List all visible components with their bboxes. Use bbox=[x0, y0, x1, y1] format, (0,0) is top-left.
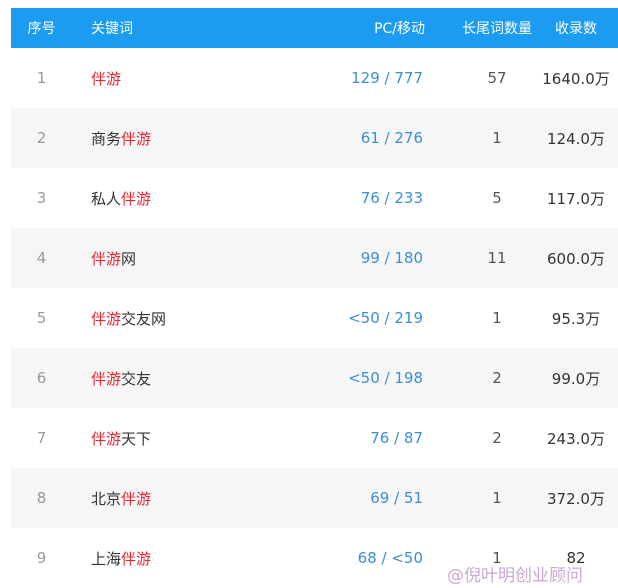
keyword-suffix: 交友网 bbox=[121, 309, 167, 328]
table-row: 4 伴游网 99 / 180 11 600.0万 bbox=[11, 228, 618, 288]
keyword-link[interactable]: 北京伴游 bbox=[72, 488, 292, 509]
keyword-link[interactable]: 上海伴游 bbox=[72, 548, 292, 569]
pc-mobile-value[interactable]: 76 / 87 bbox=[292, 429, 460, 447]
keyword-prefix: 商务 bbox=[91, 129, 122, 148]
longtail-count: 57 bbox=[487, 69, 507, 87]
header-pc-mobile: PC/移动 bbox=[374, 21, 425, 37]
keyword-table: 序号 关键词 PC/移动 长尾词数量 收录数 1 伴游 129 / 777 57… bbox=[11, 8, 618, 588]
table-row: 6 伴游交友 <50 / 198 2 99.0万 bbox=[11, 348, 618, 408]
keyword-highlight: 伴游 bbox=[121, 489, 152, 508]
header-indexed: 收录数 bbox=[555, 21, 597, 37]
pc-mobile-value[interactable]: 99 / 180 bbox=[292, 249, 460, 267]
keyword-suffix: 网 bbox=[121, 249, 137, 268]
keyword-link[interactable]: 伴游网 bbox=[72, 248, 292, 269]
longtail-count: 1 bbox=[492, 489, 502, 507]
keyword-link[interactable]: 私人伴游 bbox=[72, 188, 292, 209]
header-keyword: 关键词 bbox=[91, 21, 133, 37]
longtail-count: 1 bbox=[492, 309, 502, 327]
keyword-highlight: 伴游 bbox=[121, 549, 152, 568]
indexed-count: 243.0万 bbox=[547, 429, 605, 448]
keyword-prefix: 北京 bbox=[91, 489, 122, 508]
table-row: 2 商务伴游 61 / 276 1 124.0万 bbox=[11, 108, 618, 168]
longtail-count: 2 bbox=[492, 429, 502, 447]
keyword-suffix: 天下 bbox=[121, 429, 152, 448]
row-index: 4 bbox=[36, 249, 47, 267]
keyword-highlight: 伴游 bbox=[91, 309, 122, 328]
table-row: 8 北京伴游 69 / 51 1 372.0万 bbox=[11, 468, 618, 528]
row-index: 2 bbox=[36, 129, 47, 147]
row-index: 3 bbox=[36, 189, 47, 207]
indexed-count: 99.0万 bbox=[551, 369, 601, 388]
keyword-highlight: 伴游 bbox=[91, 69, 122, 88]
keyword-highlight: 伴游 bbox=[91, 369, 122, 388]
indexed-count: 117.0万 bbox=[547, 189, 605, 208]
header-longtail: 长尾词数量 bbox=[462, 21, 532, 37]
pc-mobile-value[interactable]: 76 / 233 bbox=[292, 189, 460, 207]
pc-mobile-value[interactable]: 61 / 276 bbox=[292, 129, 460, 147]
keyword-highlight: 伴游 bbox=[121, 129, 152, 148]
table-row: 7 伴游天下 76 / 87 2 243.0万 bbox=[11, 408, 618, 468]
row-index: 7 bbox=[36, 429, 47, 447]
row-index: 5 bbox=[36, 309, 47, 327]
longtail-count: 2 bbox=[492, 369, 502, 387]
longtail-count: 1 bbox=[492, 129, 502, 147]
indexed-count: 600.0万 bbox=[547, 249, 605, 268]
keyword-highlight: 伴游 bbox=[91, 429, 122, 448]
indexed-count: 1640.0万 bbox=[542, 69, 610, 88]
pc-mobile-value[interactable]: 68 / <50 bbox=[292, 549, 460, 567]
indexed-count: 124.0万 bbox=[547, 129, 605, 148]
pc-mobile-value[interactable]: 129 / 777 bbox=[292, 69, 460, 87]
longtail-count: 11 bbox=[487, 249, 507, 267]
keyword-prefix: 上海 bbox=[91, 549, 122, 568]
table-row: 5 伴游交友网 <50 / 219 1 95.3万 bbox=[11, 288, 618, 348]
indexed-count: 372.0万 bbox=[547, 489, 605, 508]
indexed-count: 95.3万 bbox=[551, 309, 601, 328]
row-index: 8 bbox=[36, 489, 47, 507]
pc-mobile-value[interactable]: <50 / 219 bbox=[292, 309, 460, 327]
keyword-highlight: 伴游 bbox=[121, 189, 152, 208]
row-index: 6 bbox=[36, 369, 47, 387]
longtail-count: 5 bbox=[492, 189, 502, 207]
pc-mobile-value[interactable]: 69 / 51 bbox=[292, 489, 460, 507]
keyword-highlight: 伴游 bbox=[91, 249, 122, 268]
keyword-link[interactable]: 伴游天下 bbox=[72, 428, 292, 449]
pc-mobile-value[interactable]: <50 / 198 bbox=[292, 369, 460, 387]
row-index: 9 bbox=[36, 549, 47, 567]
keyword-prefix: 私人 bbox=[91, 189, 122, 208]
keyword-link[interactable]: 伴游交友 bbox=[72, 368, 292, 389]
keyword-link[interactable]: 伴游交友网 bbox=[72, 308, 292, 329]
keyword-suffix: 交友 bbox=[121, 369, 152, 388]
keyword-link[interactable]: 商务伴游 bbox=[72, 128, 292, 149]
keyword-link[interactable]: 伴游 bbox=[72, 68, 292, 89]
table-row: 1 伴游 129 / 777 57 1640.0万 bbox=[11, 48, 618, 108]
table-header: 序号 关键词 PC/移动 长尾词数量 收录数 bbox=[11, 8, 618, 48]
table-row: 3 私人伴游 76 / 233 5 117.0万 bbox=[11, 168, 618, 228]
row-index: 1 bbox=[36, 69, 47, 87]
header-index: 序号 bbox=[27, 21, 56, 37]
watermark: @倪叶明创业顾问 bbox=[447, 566, 583, 586]
